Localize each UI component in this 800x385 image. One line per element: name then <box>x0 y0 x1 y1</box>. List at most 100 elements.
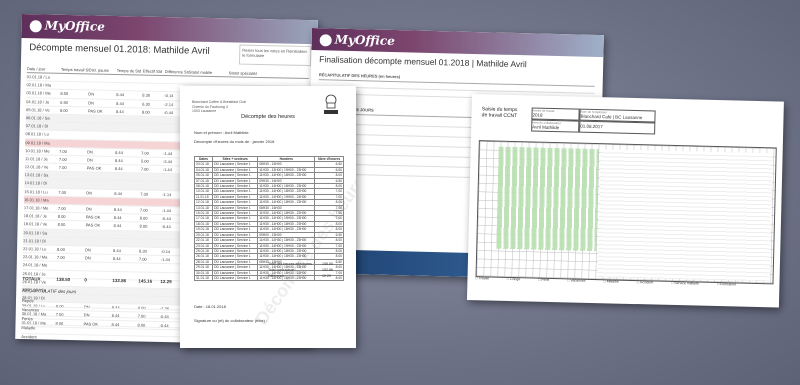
column-header: Différence Std <box>164 69 189 75</box>
column-header: Effectif Std <box>142 68 163 74</box>
column-header: Statut mobile <box>188 69 213 75</box>
table-cell: 14.01.18 / Di <box>24 180 48 187</box>
worked-days-highlight <box>496 146 599 252</box>
table-cell <box>189 77 229 85</box>
table-cell: 8.44 <box>113 206 122 213</box>
table-cell: DD Lausanne | Service 1 <box>212 269 259 276</box>
table-cell: 02.01.18 / Ma <box>26 82 52 88</box>
hours-statement-paper: Décompte des heures Blanchard Coffee & B… <box>180 86 356 348</box>
table-cell: 17.01.18 / Me <box>23 205 49 211</box>
table-cell <box>141 174 163 182</box>
summary-value: 158.50 <box>322 262 333 266</box>
myoffice-logo: MyOffice <box>319 32 396 49</box>
table-cell: 8.00 <box>139 215 148 221</box>
table-cell <box>60 115 88 123</box>
table-cell: 8.44 <box>113 247 121 254</box>
table-cell: 8.00 <box>57 246 65 252</box>
table-cell: 12.01.18 / Ve <box>24 164 49 170</box>
summary-value: 12.29 <box>322 274 331 278</box>
table-cell <box>140 198 162 206</box>
table-cell: DN <box>86 190 93 196</box>
summary-line: Différence :12.29 <box>268 274 331 278</box>
reset-note[interactable]: Rester tous les votes en Réinitialiser l… <box>238 44 312 67</box>
table-cell <box>113 263 139 271</box>
signature-line: Signature ou (et) du collaborateur (tric… <box>194 318 268 323</box>
column-header: Dist. pause <box>88 67 109 73</box>
legend-item: □ Service militaire <box>671 280 700 286</box>
table-cell: 8.44 <box>113 223 122 229</box>
table-cell <box>138 288 160 296</box>
document-title: Décompte des heures <box>241 114 295 120</box>
legend-item: □ Vacances <box>567 278 586 283</box>
table-cell <box>59 172 87 180</box>
myoffice-logo: MyOffice <box>29 18 106 34</box>
table-cell: 11H30 - 14H00 | 18H30 - 23H00 <box>257 182 316 190</box>
table-cell: 8.44 <box>114 190 123 196</box>
table-cell: 8.44 <box>112 256 121 262</box>
table-cell: 7.00 <box>138 256 147 262</box>
table-cell <box>58 197 86 205</box>
table-cell <box>85 230 113 238</box>
table-cell <box>87 173 115 181</box>
table-cell <box>141 133 163 141</box>
table-cell <box>113 239 139 247</box>
table-cell: 11H30 - 14H00 | 18H30 - 23H00 <box>257 253 316 260</box>
table-cell: 7.00 <box>140 166 149 172</box>
table-cell: 06.01.18 / Sa <box>25 115 50 121</box>
summary-columns <box>597 149 773 282</box>
table-cell: 11.01.18 / Je <box>24 155 48 162</box>
logo-text: MyOffice <box>334 32 396 49</box>
table-cell <box>113 231 139 239</box>
legend-item: □ Férié <box>538 277 550 282</box>
table-cell <box>142 125 164 133</box>
table-cell: 7.00 <box>58 164 67 171</box>
table-cell: 11H30 - 14H00 | 18H30 - 23H00 <box>257 220 316 228</box>
table-cell: DN <box>88 99 94 106</box>
table-cell <box>87 140 115 148</box>
total-cell: TOTAUX <box>22 276 41 282</box>
table-cell <box>115 140 141 148</box>
legend-item: □ Formation <box>716 282 736 287</box>
table-cell: 11H30 - 14H00 | 18H30 - 23H00 <box>257 172 316 179</box>
table-cell <box>85 263 113 271</box>
table-cell <box>59 139 87 147</box>
table-cell <box>116 116 142 124</box>
table-cell <box>57 229 85 237</box>
employee-value: Avril Mathilde <box>532 124 560 131</box>
table-cell: 8.44 <box>114 157 123 164</box>
table-cell: 8.44 <box>114 166 123 172</box>
logo-text: MyOffice <box>44 18 106 34</box>
table-cell: 8.50 <box>60 91 69 97</box>
table-cell <box>115 132 141 140</box>
year-value: 2018 <box>532 112 543 118</box>
table-cell <box>58 180 86 188</box>
table-cell <box>140 182 162 190</box>
table-cell: 11H30 - 14H00 | 19H00 - 23H00 <box>257 215 316 222</box>
table-cell: DD Lausanne | Service 1 <box>212 242 259 249</box>
table-cell <box>86 197 114 205</box>
table-cell <box>116 83 142 91</box>
table-cell <box>114 181 140 189</box>
table-cell: 31.01.18 <box>193 274 214 282</box>
divider <box>318 79 595 87</box>
table-cell <box>88 124 116 132</box>
address-line: Blanchard Coffee & Breakfast Club <box>192 100 247 104</box>
column-header: Date / jour <box>26 66 46 72</box>
table-cell: 11H30 - 14H00 | 18H30 - 23H00 <box>257 247 316 255</box>
table-cell: 03.01.18 / Me <box>26 90 51 96</box>
table-cell: 24.01.18 / Me <box>22 262 48 268</box>
table-cell <box>229 77 279 85</box>
table-cell <box>139 239 161 247</box>
table-cell: 7.00 <box>58 156 67 162</box>
table-cell: 6.30 <box>142 101 150 107</box>
table-cell: 7.00 <box>58 189 67 195</box>
table-cell: 7.00 <box>59 148 67 154</box>
table-cell: 13.01.18 / Sa <box>24 172 49 178</box>
table-cell: 16.01.18 / Ma <box>24 196 49 203</box>
total-cell: 145.16 <box>138 278 153 284</box>
summary-line: Total des heures effectuées :158.50 <box>268 262 333 266</box>
table-cell: DD Lausanne | Service 1 <box>212 166 259 174</box>
table-cell: 7.00 <box>56 254 65 261</box>
logo-badge-icon <box>29 19 42 32</box>
legend-item: □ Accident <box>636 280 654 285</box>
